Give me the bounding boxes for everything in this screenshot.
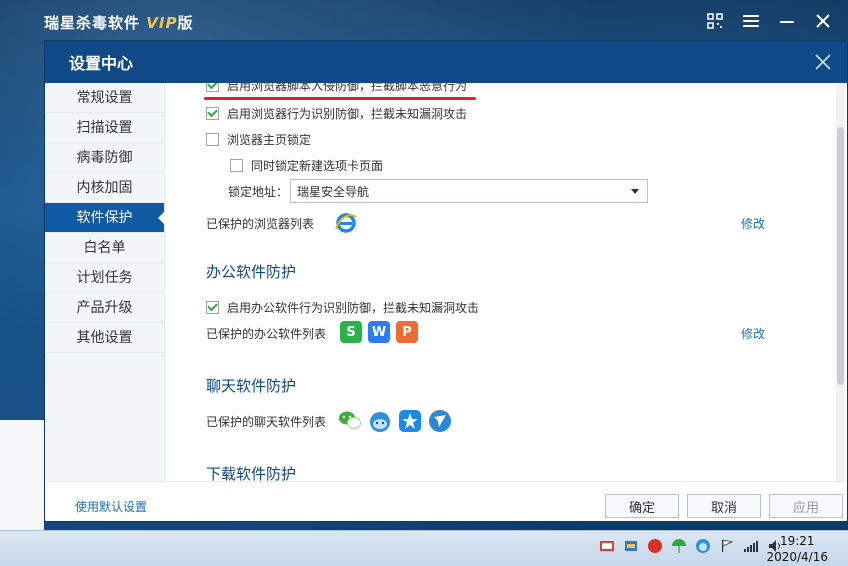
- lock-address-label: 锁定地址：: [228, 183, 288, 200]
- browser-modify-link[interactable]: 修改: [741, 215, 765, 232]
- aliwangwang-icon: [368, 409, 392, 436]
- dialog-footer: 使用默认设置 确定 取消 应用: [45, 481, 847, 521]
- office-icons: S W P: [340, 321, 424, 343]
- menu-icon[interactable]: [740, 10, 762, 32]
- app-title-prefix: 瑞星杀毒软件: [44, 14, 141, 32]
- browser-script-checkbox[interactable]: [206, 83, 219, 92]
- minimize-icon[interactable]: [776, 10, 798, 32]
- tray-network-icon[interactable]: [742, 537, 760, 555]
- app-title: 瑞星杀毒软件 VIP版: [44, 12, 193, 33]
- cancel-button[interactable]: 取消: [687, 494, 761, 518]
- dialog-title: 设置中心: [69, 54, 134, 73]
- tray-flag-icon[interactable]: [718, 537, 736, 555]
- settings-dialog: 设置中心 常规设置 扫描设置 病毒防御 内核加固 软件保护 白名单 计划任务 产…: [44, 40, 848, 522]
- taskbar-clock[interactable]: 19:21 2020/4/16: [766, 533, 828, 565]
- new-tab-lock-label: 同时锁定新建选项卡页面: [251, 159, 384, 173]
- browser-script-option[interactable]: 启用浏览器脚本入侵防御，拦截脚本恶意行为: [206, 83, 467, 94]
- sidebar-item-virus-defense[interactable]: 病毒防御: [45, 143, 164, 173]
- highlight-underline: [204, 97, 476, 100]
- ok-button[interactable]: 确定: [605, 494, 679, 518]
- ie-icon: [334, 211, 358, 238]
- app-title-suffix: 版: [177, 14, 194, 32]
- wps-presentation-icon: P: [396, 321, 418, 343]
- close-icon[interactable]: [812, 10, 834, 32]
- sidebar-item-software-protection[interactable]: 软件保护: [45, 203, 165, 233]
- scrollbar-thumb[interactable]: [837, 127, 844, 385]
- office-behavior-checkbox[interactable]: [206, 301, 219, 314]
- download-section-title: 下载软件防护: [206, 465, 297, 481]
- lock-address-text: 锁定地址：: [228, 185, 289, 199]
- apply-button[interactable]: 应用: [769, 494, 843, 518]
- background-panel: [0, 420, 44, 530]
- sidebar-item-schedule[interactable]: 计划任务: [45, 263, 164, 293]
- dialog-close-icon[interactable]: [815, 51, 831, 75]
- browser-script-label: 启用浏览器脚本入侵防御，拦截脚本恶意行为: [227, 83, 468, 93]
- new-tab-lock-checkbox[interactable]: [230, 159, 243, 172]
- chat-list-label: 已保护的聊天软件列表: [206, 415, 327, 429]
- dialog-header: 设置中心: [45, 41, 847, 83]
- system-tray: [598, 537, 784, 555]
- chevron-down-icon: [631, 189, 639, 194]
- feiq-icon: [428, 409, 452, 436]
- homepage-lock-label: 浏览器主页锁定: [227, 133, 312, 147]
- office-modify-link[interactable]: 修改: [741, 325, 765, 342]
- tray-assistant-icon[interactable]: [694, 537, 712, 555]
- sidebar-item-general[interactable]: 常规设置: [45, 83, 164, 113]
- app-window-controls: [704, 10, 834, 32]
- settings-sidebar: 常规设置 扫描设置 病毒防御 内核加固 软件保护 白名单 计划任务 产品升级 其…: [45, 83, 165, 481]
- sidebar-item-scan[interactable]: 扫描设置: [45, 113, 164, 143]
- office-section-title: 办公软件防护: [206, 263, 297, 281]
- qrcode-icon[interactable]: [704, 10, 726, 32]
- wps-spreadsheet-icon: S: [340, 321, 362, 343]
- wps-writer-icon: W: [368, 321, 390, 343]
- new-tab-lock-option[interactable]: 同时锁定新建选项卡页面: [230, 157, 383, 174]
- sidebar-item-upgrade[interactable]: 产品升级: [45, 293, 164, 323]
- tray-rising-icon[interactable]: [646, 537, 664, 555]
- clock-date: 2020/4/16: [766, 550, 828, 564]
- office-behavior-label: 启用办公软件行为识别防御，拦截未知漏洞攻击: [227, 301, 480, 315]
- office-list-label: 已保护的办公软件列表: [206, 327, 327, 341]
- browser-list-row: 已保护的浏览器列表: [206, 215, 314, 232]
- app-title-vip: VIP: [146, 14, 178, 32]
- sidebar-item-kernel[interactable]: 内核加固: [45, 173, 164, 203]
- settings-content: 启用浏览器脚本入侵防御，拦截脚本恶意行为 启用浏览器行为识别防御，拦截未知漏洞攻…: [166, 83, 836, 481]
- content-scrollbar[interactable]: [836, 83, 845, 481]
- taskbar: 19:21 2020/4/16: [0, 530, 848, 566]
- browser-behavior-label: 启用浏览器行为识别防御，拦截未知漏洞攻击: [227, 107, 468, 121]
- browser-list-label: 已保护的浏览器列表: [206, 217, 315, 231]
- chat-section-title: 聊天软件防护: [206, 377, 297, 395]
- clock-time: 19:21: [779, 534, 815, 548]
- tray-umbrella-icon[interactable]: [670, 537, 688, 555]
- sidebar-item-other[interactable]: 其他设置: [45, 323, 164, 353]
- browser-behavior-checkbox[interactable]: [206, 107, 219, 120]
- office-behavior-option[interactable]: 启用办公软件行为识别防御，拦截未知漏洞攻击: [206, 299, 479, 316]
- tray-app-icon[interactable]: [598, 537, 616, 555]
- homepage-lock-option[interactable]: 浏览器主页锁定: [206, 131, 311, 148]
- homepage-lock-checkbox[interactable]: [206, 133, 219, 146]
- lock-address-select[interactable]: 瑞星安全导航: [290, 179, 648, 203]
- chat-icons: [338, 409, 452, 436]
- office-list-row: 已保护的办公软件列表: [206, 325, 326, 342]
- tray-security-icon[interactable]: [622, 537, 640, 555]
- browser-behavior-option[interactable]: 启用浏览器行为识别防御，拦截未知漏洞攻击: [206, 105, 467, 122]
- dingtalk-icon: [398, 409, 422, 436]
- lock-address-value: 瑞星安全导航: [297, 184, 370, 199]
- wechat-icon: [338, 409, 362, 436]
- use-default-settings-link[interactable]: 使用默认设置: [75, 498, 147, 515]
- sidebar-item-whitelist[interactable]: 白名单: [45, 233, 164, 263]
- chat-list-row: 已保护的聊天软件列表: [206, 413, 326, 430]
